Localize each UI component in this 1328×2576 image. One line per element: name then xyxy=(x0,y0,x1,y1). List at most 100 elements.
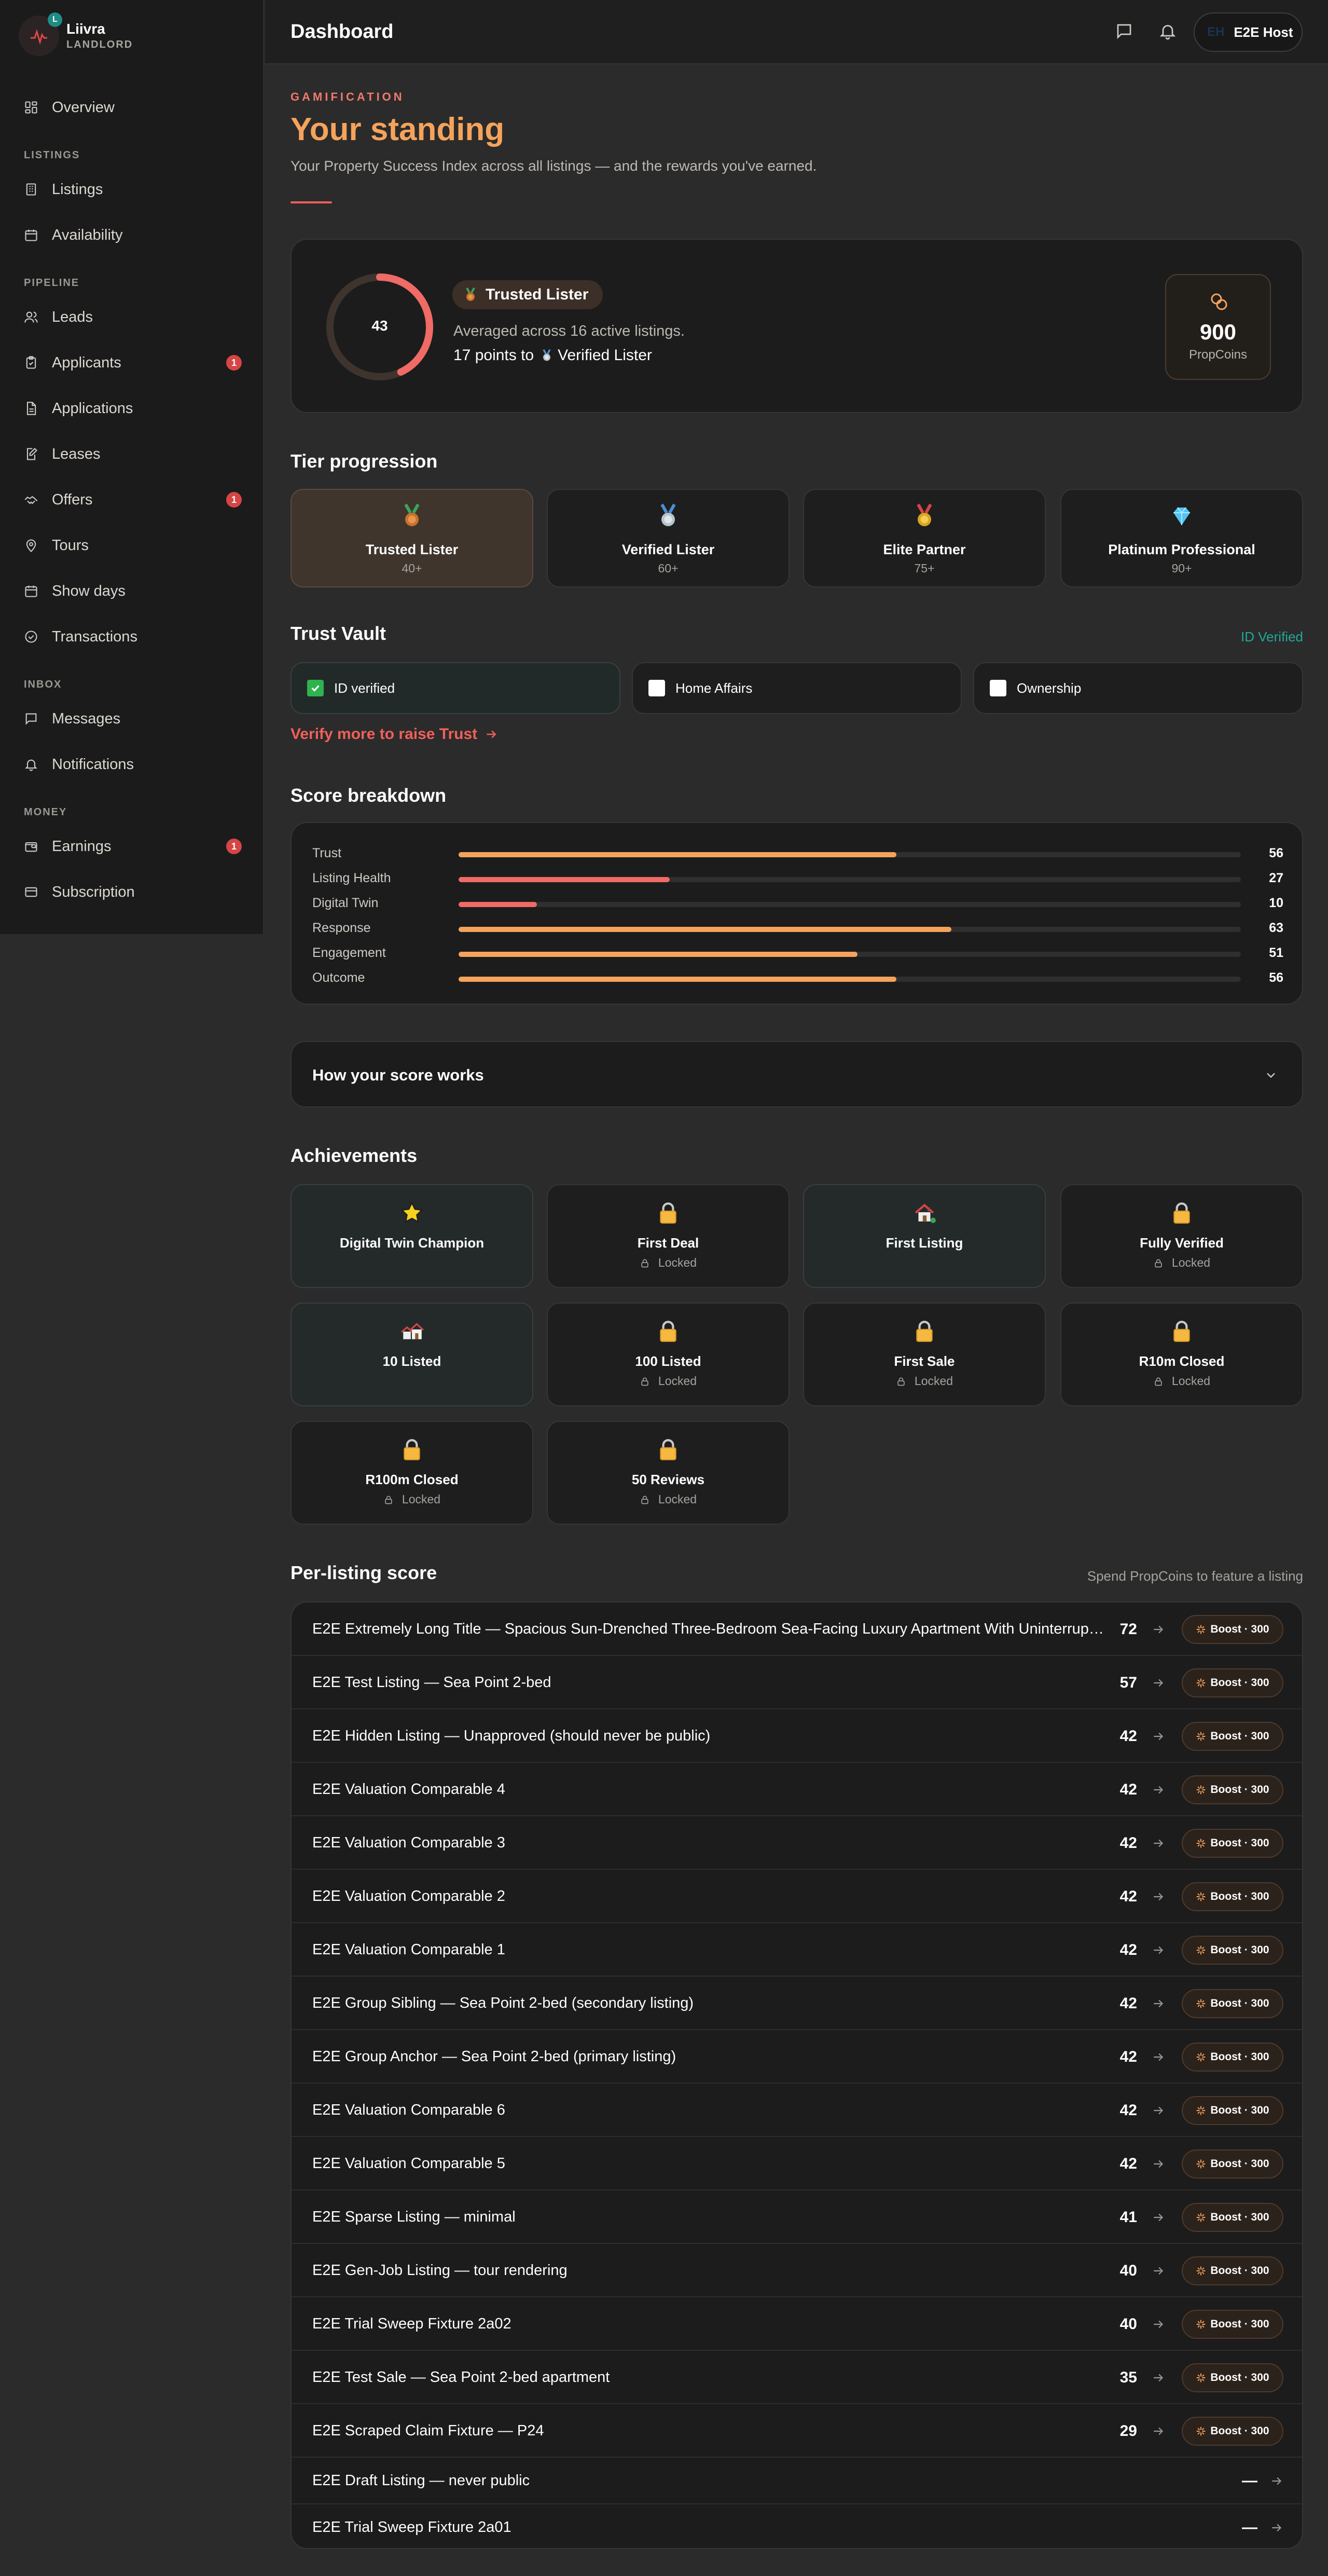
listing-name[interactable]: E2E Trial Sweep Fixture 2a01 xyxy=(312,2519,1106,2536)
sidebar-item-messages[interactable]: Messages xyxy=(24,706,242,732)
listing-name[interactable]: E2E Draft Listing — never public xyxy=(312,2472,1106,2489)
boost-button[interactable]: Boost · 300 xyxy=(1182,2309,1283,2339)
verify-more-link[interactable]: Verify more to raise Trust xyxy=(290,725,498,743)
sidebar-item-leases[interactable]: Leases xyxy=(24,441,242,467)
boost-button[interactable]: Boost · 300 xyxy=(1182,1668,1283,1697)
arrow-right-icon[interactable] xyxy=(1152,2424,1165,2438)
table-row[interactable]: E2E Valuation Comparable 4 42 Boost · 300 xyxy=(292,1763,1302,1816)
boost-button[interactable]: Boost · 300 xyxy=(1182,2042,1283,2072)
sidebar-item-notifications[interactable]: Notifications xyxy=(24,751,242,777)
sidebar-item-earnings[interactable]: Earnings 1 xyxy=(24,833,242,859)
sidebar-item-subscription[interactable]: Subscription xyxy=(24,879,242,905)
table-row[interactable]: E2E Valuation Comparable 6 42 Boost · 300 xyxy=(292,2084,1302,2137)
listing-name[interactable]: E2E Valuation Comparable 6 xyxy=(312,2102,1106,2119)
verification-item[interactable]: Home Affairs xyxy=(632,662,962,714)
checkbox-checked-icon[interactable] xyxy=(307,680,324,696)
table-row[interactable]: E2E Valuation Comparable 2 42 Boost · 300 xyxy=(292,1870,1302,1923)
verification-item[interactable]: ID verified xyxy=(290,662,620,714)
sidebar-item-overview[interactable]: Overview xyxy=(24,94,242,120)
listing-name[interactable]: E2E Valuation Comparable 5 xyxy=(312,2155,1106,2172)
arrow-right-icon[interactable] xyxy=(1152,2371,1165,2385)
listing-name[interactable]: E2E Trial Sweep Fixture 2a02 xyxy=(312,2315,1106,2333)
boost-button[interactable]: Boost · 300 xyxy=(1182,1989,1283,2018)
how-score-works-accordion[interactable]: How your score works xyxy=(290,1041,1303,1107)
boost-button[interactable]: Boost · 300 xyxy=(1182,1935,1283,1965)
boost-button[interactable]: Boost · 300 xyxy=(1182,2095,1283,2125)
listing-name[interactable]: E2E Test Sale — Sea Point 2-bed apartmen… xyxy=(312,2369,1106,2386)
arrow-right-icon[interactable] xyxy=(1152,1997,1165,2010)
checkbox-empty-icon[interactable] xyxy=(990,680,1006,696)
sidebar-item-applicants[interactable]: Applicants 1 xyxy=(24,350,242,376)
table-row[interactable]: E2E Valuation Comparable 1 42 Boost · 300 xyxy=(292,1923,1302,1977)
arrow-right-icon[interactable] xyxy=(1152,1783,1165,1797)
boost-button[interactable]: Boost · 300 xyxy=(1182,2149,1283,2178)
listing-name[interactable]: E2E Valuation Comparable 1 xyxy=(312,1941,1106,1958)
listing-name[interactable]: E2E Sparse Listing — minimal xyxy=(312,2209,1106,2226)
table-row[interactable]: E2E Extremely Long Title — Spacious Sun-… xyxy=(292,1602,1302,1656)
checkbox-empty-icon[interactable] xyxy=(648,680,665,696)
arrow-right-icon[interactable] xyxy=(1152,1837,1165,1850)
verification-item[interactable]: Ownership xyxy=(973,662,1303,714)
arrow-right-icon[interactable] xyxy=(1152,1623,1165,1636)
sidebar-item-availability[interactable]: Availability xyxy=(24,222,242,248)
boost-button[interactable]: Boost · 300 xyxy=(1182,2363,1283,2392)
arrow-right-icon[interactable] xyxy=(1152,2211,1165,2224)
arrow-right-icon[interactable] xyxy=(1152,1676,1165,1690)
arrow-right-icon[interactable] xyxy=(1152,2157,1165,2171)
table-row[interactable]: E2E Draft Listing — never public — xyxy=(292,2458,1302,2504)
boost-button[interactable]: Boost · 300 xyxy=(1182,1828,1283,1858)
arrow-right-icon[interactable] xyxy=(1152,2264,1165,2278)
sparkle-icon xyxy=(1196,1998,1206,2009)
sidebar-item-offers[interactable]: Offers 1 xyxy=(24,487,242,513)
boost-button[interactable]: Boost · 300 xyxy=(1182,1775,1283,1804)
table-row[interactable]: E2E Hidden Listing — Unapproved (should … xyxy=(292,1709,1302,1763)
sidebar-item-listings[interactable]: Listings xyxy=(24,176,242,202)
table-row[interactable]: E2E Scraped Claim Fixture — P24 29 Boost ·… xyxy=(292,2404,1302,2458)
table-row[interactable]: E2E Valuation Comparable 3 42 Boost · 300 xyxy=(292,1816,1302,1870)
arrow-right-icon[interactable] xyxy=(1152,2318,1165,2331)
boost-label: Boost · 300 xyxy=(1210,1623,1269,1635)
listing-name[interactable]: E2E Scraped Claim Fixture — P24 xyxy=(312,2422,1106,2440)
listing-name[interactable]: E2E Hidden Listing — Unapproved (should … xyxy=(312,1728,1106,1745)
arrow-right-icon[interactable] xyxy=(1270,2474,1283,2488)
listing-name[interactable]: E2E Valuation Comparable 4 xyxy=(312,1781,1106,1798)
boost-button[interactable]: Boost · 300 xyxy=(1182,2202,1283,2232)
listing-name[interactable]: E2E Group Sibling — Sea Point 2-bed (sec… xyxy=(312,1995,1106,2012)
listing-name[interactable]: E2E Test Listing — Sea Point 2-bed xyxy=(312,1674,1106,1691)
arrow-right-icon[interactable] xyxy=(1152,2104,1165,2117)
propcoins-balance[interactable]: 900 PropCoins xyxy=(1165,274,1271,380)
listing-name[interactable]: E2E Gen-Job Listing — tour rendering xyxy=(312,2262,1106,2279)
listing-name[interactable]: E2E Extremely Long Title — Spacious Sun-… xyxy=(312,1621,1106,1638)
sidebar-item-leads[interactable]: Leads xyxy=(24,304,242,330)
table-row[interactable]: E2E Group Anchor — Sea Point 2-bed (prim… xyxy=(292,2030,1302,2084)
table-row[interactable]: E2E Group Sibling — Sea Point 2-bed (sec… xyxy=(292,1977,1302,2030)
bell-icon[interactable] xyxy=(1158,22,1177,40)
boost-button[interactable]: Boost · 300 xyxy=(1182,2416,1283,2446)
table-row[interactable]: E2E Trial Sweep Fixture 2a01 — xyxy=(292,2504,1302,2548)
brand[interactable]: L Liivra LANDLORD xyxy=(19,12,133,56)
boost-button[interactable]: Boost · 300 xyxy=(1182,1882,1283,1911)
listing-name[interactable]: E2E Valuation Comparable 3 xyxy=(312,1834,1106,1852)
message-icon[interactable] xyxy=(1115,22,1133,40)
table-row[interactable]: E2E Test Sale — Sea Point 2-bed apartmen… xyxy=(292,2351,1302,2404)
arrow-right-icon[interactable] xyxy=(1152,1730,1165,1743)
arrow-right-icon[interactable] xyxy=(1152,1943,1165,1957)
sidebar-item-transactions[interactable]: Transactions xyxy=(24,624,242,650)
table-row[interactable]: E2E Valuation Comparable 5 42 Boost · 300 xyxy=(292,2137,1302,2190)
boost-button[interactable]: Boost · 300 xyxy=(1182,1721,1283,1751)
listing-name[interactable]: E2E Group Anchor — Sea Point 2-bed (prim… xyxy=(312,2048,1106,2065)
boost-button[interactable]: Boost · 300 xyxy=(1182,2256,1283,2285)
listing-name[interactable]: E2E Valuation Comparable 2 xyxy=(312,1888,1106,1905)
boost-button[interactable]: Boost · 300 xyxy=(1182,1614,1283,1644)
arrow-right-icon[interactable] xyxy=(1270,2521,1283,2534)
table-row[interactable]: E2E Gen-Job Listing — tour rendering 40 Bo… xyxy=(292,2244,1302,2297)
sidebar-item-show-days[interactable]: Show days xyxy=(24,578,242,604)
account-menu-button[interactable]: EH E2E Host xyxy=(1194,12,1303,52)
table-row[interactable]: E2E Trial Sweep Fixture 2a02 40 Boost · 30… xyxy=(292,2297,1302,2351)
arrow-right-icon[interactable] xyxy=(1152,1890,1165,1903)
arrow-right-icon[interactable] xyxy=(1152,2050,1165,2064)
sidebar-item-tours[interactable]: Tours xyxy=(24,532,242,558)
table-row[interactable]: E2E Test Listing — Sea Point 2-bed 57 Boos… xyxy=(292,1656,1302,1709)
table-row[interactable]: E2E Sparse Listing — minimal 41 Boost · 30… xyxy=(292,2190,1302,2244)
sidebar-item-applications[interactable]: Applications xyxy=(24,395,242,421)
